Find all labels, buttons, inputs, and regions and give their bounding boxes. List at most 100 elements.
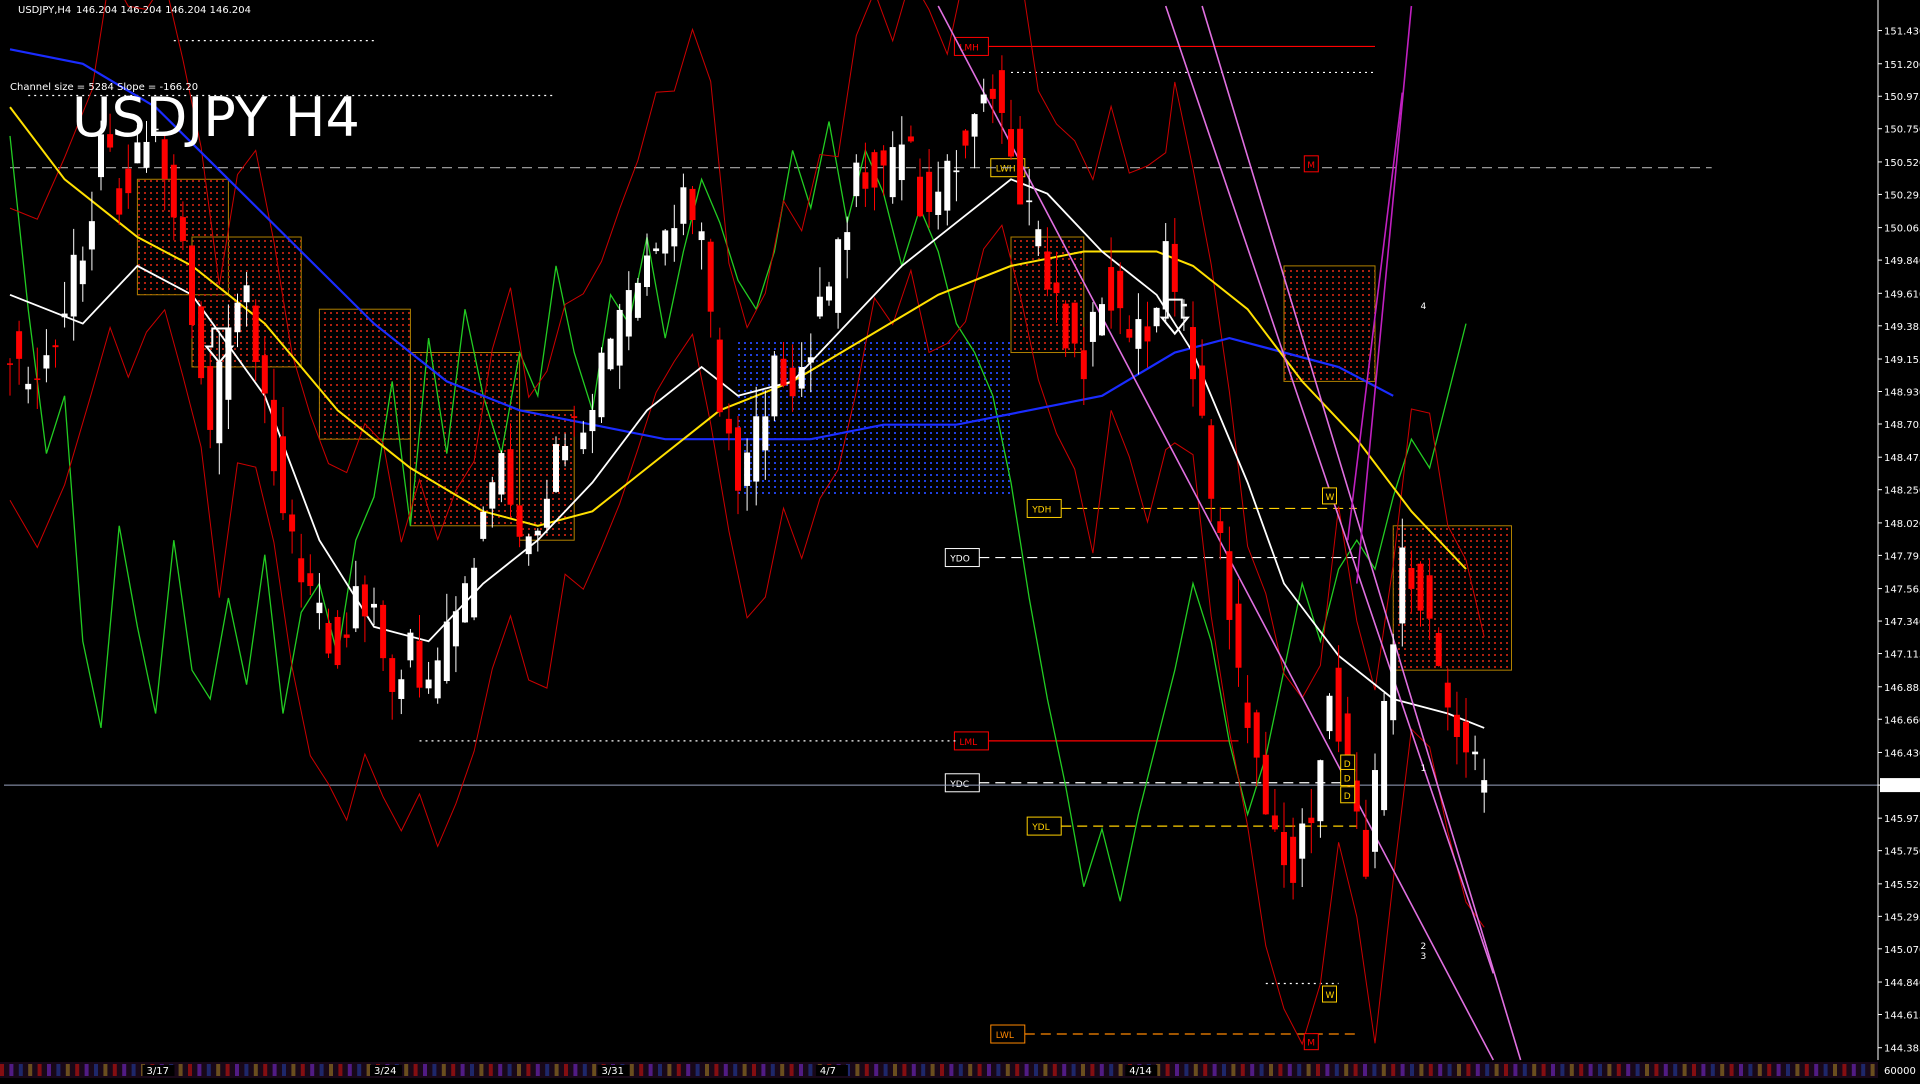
- candle-body-52[interactable]: [480, 511, 487, 539]
- candle-body-144[interactable]: [1317, 760, 1324, 822]
- candle-body-152[interactable]: [1390, 644, 1397, 721]
- candle-body-104[interactable]: [953, 170, 960, 173]
- candle-body-110[interactable]: [1008, 129, 1014, 157]
- candle-body-145[interactable]: [1326, 695, 1333, 732]
- candle-body-122[interactable]: [1117, 270, 1124, 309]
- candle-body-78[interactable]: [716, 339, 723, 413]
- candle-body-53[interactable]: [489, 482, 496, 509]
- candle-body-151[interactable]: [1381, 700, 1388, 811]
- candle-body-135[interactable]: [1235, 603, 1242, 668]
- candle-body-161[interactable]: [1472, 751, 1479, 755]
- candle-body-136[interactable]: [1244, 702, 1251, 728]
- candle-body-51[interactable]: [471, 567, 478, 618]
- candle-body-88[interactable]: [807, 357, 814, 363]
- candle-body-33[interactable]: [307, 573, 314, 587]
- candle-body-125[interactable]: [1144, 326, 1151, 342]
- candle-body-22[interactable]: [207, 366, 214, 430]
- candle-body-0[interactable]: [7, 363, 13, 365]
- candle-body-12[interactable]: [116, 188, 123, 215]
- candle-body-87[interactable]: [798, 366, 805, 389]
- candle-body-32[interactable]: [298, 558, 305, 583]
- candle-body-43[interactable]: [398, 679, 405, 699]
- candle-body-5[interactable]: [52, 345, 59, 348]
- candle-body-157[interactable]: [1435, 632, 1442, 666]
- candle-body-55[interactable]: [507, 449, 514, 505]
- candle-body-86[interactable]: [789, 367, 796, 397]
- candle-body-21[interactable]: [198, 306, 205, 379]
- candle-body-47[interactable]: [434, 660, 441, 699]
- candle-body-23[interactable]: [216, 361, 223, 444]
- candle-body-59[interactable]: [543, 498, 550, 528]
- candle-body-9[interactable]: [88, 221, 95, 250]
- candle-body-27[interactable]: [252, 305, 259, 362]
- candle-body-159[interactable]: [1453, 714, 1460, 737]
- candle-body-36[interactable]: [334, 616, 341, 666]
- candle-body-154[interactable]: [1408, 567, 1415, 589]
- candle-body-155[interactable]: [1417, 563, 1424, 611]
- candle-body-91[interactable]: [835, 239, 842, 313]
- candle-body-80[interactable]: [735, 427, 741, 491]
- candle-body-58[interactable]: [534, 530, 541, 536]
- candle-body-45[interactable]: [416, 640, 423, 688]
- candle-body-2[interactable]: [25, 383, 32, 390]
- candle-body-101[interactable]: [926, 171, 933, 212]
- candle-body-103[interactable]: [944, 160, 951, 211]
- candle-body-97[interactable]: [889, 147, 896, 198]
- candle-body-111[interactable]: [1017, 128, 1024, 205]
- candle-body-7[interactable]: [70, 254, 77, 317]
- candle-body-124[interactable]: [1135, 319, 1142, 349]
- candle-body-19[interactable]: [179, 217, 186, 241]
- candle-body-29[interactable]: [270, 399, 277, 472]
- candle-body-130[interactable]: [1190, 327, 1196, 380]
- candle-body-76[interactable]: [698, 231, 705, 241]
- candle-body-73[interactable]: [671, 228, 678, 247]
- candle-body-37[interactable]: [343, 634, 350, 638]
- candle-body-85[interactable]: [780, 358, 787, 386]
- candle-body-93[interactable]: [853, 162, 860, 197]
- candle-body-95[interactable]: [871, 152, 878, 188]
- candle-body-72[interactable]: [662, 230, 669, 254]
- candle-body-50[interactable]: [462, 583, 468, 623]
- candle-body-57[interactable]: [525, 536, 532, 555]
- candle-body-90[interactable]: [826, 286, 832, 301]
- candle-body-41[interactable]: [380, 604, 387, 659]
- candle-body-160[interactable]: [1463, 721, 1469, 753]
- candle-body-146[interactable]: [1335, 667, 1342, 742]
- candle-body-3[interactable]: [34, 378, 41, 380]
- candle-body-150[interactable]: [1372, 770, 1378, 852]
- candle-body-13[interactable]: [125, 168, 132, 194]
- candle-body-49[interactable]: [452, 611, 459, 647]
- price-chart[interactable]: LMHLWHYDHYDOLMLYDCYDLLWL MWWMDDD4123 151…: [0, 0, 1920, 1080]
- candle-body-147[interactable]: [1344, 713, 1351, 762]
- candle-body-138[interactable]: [1262, 754, 1269, 815]
- candle-body-66[interactable]: [607, 338, 614, 370]
- candle-body-119[interactable]: [1089, 311, 1096, 342]
- candle-body-38[interactable]: [352, 586, 359, 629]
- candle-body-40[interactable]: [371, 603, 377, 608]
- candle-body-118[interactable]: [1080, 350, 1087, 380]
- candle-body-68[interactable]: [625, 290, 632, 337]
- candle-body-162[interactable]: [1481, 780, 1488, 793]
- candle-body-141[interactable]: [1290, 836, 1297, 883]
- candle-body-61[interactable]: [562, 445, 569, 461]
- candle-body-131[interactable]: [1199, 365, 1206, 416]
- candle-body-84[interactable]: [771, 355, 778, 417]
- candle-body-128[interactable]: [1171, 243, 1178, 292]
- candle-body-140[interactable]: [1281, 831, 1287, 866]
- candle-body-134[interactable]: [1226, 551, 1233, 620]
- candle-body-18[interactable]: [170, 164, 177, 218]
- candle-body-120[interactable]: [1099, 304, 1105, 336]
- candle-body-63[interactable]: [580, 432, 587, 450]
- candle-body-8[interactable]: [79, 260, 86, 285]
- candle-body-149[interactable]: [1362, 829, 1369, 877]
- candle-body-6[interactable]: [61, 313, 68, 318]
- candle-body-117[interactable]: [1071, 302, 1078, 344]
- candle-body-89[interactable]: [816, 296, 823, 317]
- candle-body-44[interactable]: [407, 632, 414, 661]
- candle-body-56[interactable]: [516, 505, 523, 537]
- candle-body-158[interactable]: [1444, 682, 1451, 708]
- candle-body-132[interactable]: [1208, 425, 1215, 499]
- candle-body-92[interactable]: [844, 232, 851, 250]
- candle-body-67[interactable]: [616, 309, 623, 366]
- candle-body-153[interactable]: [1399, 547, 1406, 624]
